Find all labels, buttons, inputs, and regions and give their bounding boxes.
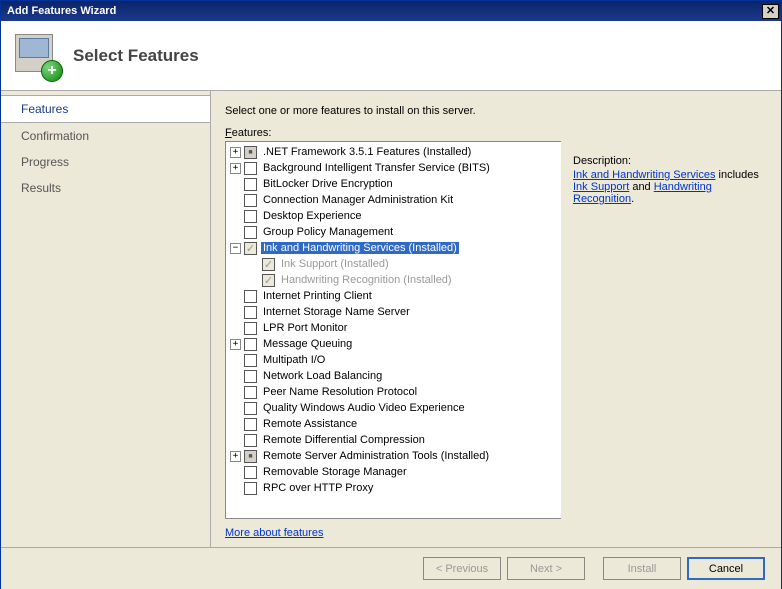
- tree-row[interactable]: Handwriting Recognition (Installed): [226, 272, 561, 288]
- tree-item-label[interactable]: Remote Differential Compression: [261, 434, 427, 446]
- tree-item-label[interactable]: Ink and Handwriting Services (Installed): [261, 242, 459, 254]
- tree-item-label[interactable]: Internet Printing Client: [261, 290, 374, 302]
- checkbox[interactable]: [244, 306, 257, 319]
- checkbox[interactable]: [244, 226, 257, 239]
- tree-row[interactable]: + Background Intelligent Transfer Service…: [226, 160, 561, 176]
- features-tree[interactable]: + .NET Framework 3.5.1 Features (Installe…: [225, 141, 561, 519]
- instruction-text: Select one or more features to install o…: [225, 105, 769, 117]
- titlebar: Add Features Wizard ✕: [1, 1, 781, 21]
- checkbox[interactable]: [244, 290, 257, 303]
- tree-item-label[interactable]: Desktop Experience: [261, 210, 363, 222]
- tree-row[interactable]: Internet Printing Client: [226, 288, 561, 304]
- tree-item-label[interactable]: Message Queuing: [261, 338, 354, 350]
- previous-button[interactable]: < Previous: [423, 557, 501, 580]
- tree-item-label[interactable]: Ink Support (Installed): [279, 258, 391, 270]
- checkbox[interactable]: [244, 482, 257, 495]
- tree-row[interactable]: Removable Storage Manager: [226, 464, 561, 480]
- checkbox[interactable]: [244, 434, 257, 447]
- more-about-features-link[interactable]: More about features: [225, 527, 561, 539]
- tree-row[interactable]: + Remote Server Administration Tools (Ins…: [226, 448, 561, 464]
- checkbox[interactable]: [244, 338, 257, 351]
- sidebar-item-results[interactable]: Results: [1, 175, 210, 201]
- wizard-footer: < Previous Next > Install Cancel: [1, 547, 781, 589]
- checkbox[interactable]: [244, 146, 257, 159]
- desc-link-ink-support[interactable]: Ink Support: [573, 181, 629, 193]
- tree-item-label[interactable]: Group Policy Management: [261, 226, 395, 238]
- window-title: Add Features Wizard: [7, 5, 762, 17]
- sidebar-item-features[interactable]: Features: [1, 95, 210, 123]
- checkbox[interactable]: [244, 322, 257, 335]
- tree-row[interactable]: RPC over HTTP Proxy: [226, 480, 561, 496]
- checkbox[interactable]: [244, 370, 257, 383]
- wizard-steps-sidebar: FeaturesConfirmationProgressResults: [1, 91, 211, 547]
- expand-icon[interactable]: +: [230, 147, 241, 158]
- tree-item-label[interactable]: Remote Server Administration Tools (Inst…: [261, 450, 491, 462]
- wizard-header: + Select Features: [1, 21, 781, 91]
- desc-link-ink-handwriting[interactable]: Ink and Handwriting Services: [573, 169, 715, 181]
- tree-item-label[interactable]: Multipath I/O: [261, 354, 327, 366]
- tree-row[interactable]: Network Load Balancing: [226, 368, 561, 384]
- close-button[interactable]: ✕: [762, 4, 779, 19]
- tree-row[interactable]: + Message Queuing: [226, 336, 561, 352]
- tree-item-label[interactable]: .NET Framework 3.5.1 Features (Installed…: [261, 146, 473, 158]
- checkbox[interactable]: [244, 178, 257, 191]
- tree-item-label[interactable]: RPC over HTTP Proxy: [261, 482, 375, 494]
- checkbox[interactable]: [244, 242, 257, 255]
- checkbox: [262, 274, 275, 287]
- tree-row[interactable]: Remote Assistance: [226, 416, 561, 432]
- cancel-button[interactable]: Cancel: [687, 557, 765, 580]
- tree-item-label[interactable]: Internet Storage Name Server: [261, 306, 412, 318]
- expand-icon[interactable]: +: [230, 163, 241, 174]
- tree-row[interactable]: Peer Name Resolution Protocol: [226, 384, 561, 400]
- tree-item-label[interactable]: Connection Manager Administration Kit: [261, 194, 455, 206]
- checkbox[interactable]: [244, 402, 257, 415]
- checkbox[interactable]: [244, 466, 257, 479]
- tree-row[interactable]: Multipath I/O: [226, 352, 561, 368]
- tree-row[interactable]: LPR Port Monitor: [226, 320, 561, 336]
- checkbox[interactable]: [244, 354, 257, 367]
- expand-icon[interactable]: +: [230, 451, 241, 462]
- sidebar-item-progress[interactable]: Progress: [1, 149, 210, 175]
- tree-row[interactable]: Quality Windows Audio Video Experience: [226, 400, 561, 416]
- tree-row[interactable]: Group Policy Management: [226, 224, 561, 240]
- description-heading: Description:: [573, 155, 769, 167]
- features-label: Features:: [225, 127, 561, 139]
- plus-badge-icon: +: [41, 60, 63, 82]
- tree-row[interactable]: Internet Storage Name Server: [226, 304, 561, 320]
- sidebar-item-confirmation[interactable]: Confirmation: [1, 123, 210, 149]
- tree-row[interactable]: Ink Support (Installed): [226, 256, 561, 272]
- tree-item-label[interactable]: Remote Assistance: [261, 418, 359, 430]
- tree-item-label[interactable]: BitLocker Drive Encryption: [261, 178, 395, 190]
- collapse-icon[interactable]: −: [230, 243, 241, 254]
- checkbox[interactable]: [244, 418, 257, 431]
- description-body: Ink and Handwriting Services includes In…: [573, 169, 769, 205]
- expand-icon[interactable]: +: [230, 339, 241, 350]
- tree-item-label[interactable]: Peer Name Resolution Protocol: [261, 386, 419, 398]
- tree-row[interactable]: Connection Manager Administration Kit: [226, 192, 561, 208]
- checkbox[interactable]: [244, 194, 257, 207]
- checkbox[interactable]: [244, 450, 257, 463]
- checkbox[interactable]: [244, 162, 257, 175]
- tree-row[interactable]: Desktop Experience: [226, 208, 561, 224]
- tree-row[interactable]: BitLocker Drive Encryption: [226, 176, 561, 192]
- checkbox: [262, 258, 275, 271]
- checkbox[interactable]: [244, 386, 257, 399]
- description-panel: Description: Ink and Handwriting Service…: [573, 127, 769, 539]
- tree-item-label[interactable]: Removable Storage Manager: [261, 466, 409, 478]
- tree-item-label[interactable]: Network Load Balancing: [261, 370, 384, 382]
- page-title: Select Features: [73, 46, 199, 66]
- tree-row[interactable]: + .NET Framework 3.5.1 Features (Installe…: [226, 144, 561, 160]
- main-panel: Select one or more features to install o…: [211, 91, 781, 547]
- tree-row[interactable]: Remote Differential Compression: [226, 432, 561, 448]
- next-button[interactable]: Next >: [507, 557, 585, 580]
- tree-item-label[interactable]: Handwriting Recognition (Installed): [279, 274, 454, 286]
- checkbox[interactable]: [244, 210, 257, 223]
- tree-item-label[interactable]: Quality Windows Audio Video Experience: [261, 402, 467, 414]
- tree-row[interactable]: − Ink and Handwriting Services (Installed…: [226, 240, 561, 256]
- install-button[interactable]: Install: [603, 557, 681, 580]
- tree-item-label[interactable]: Background Intelligent Transfer Service …: [261, 162, 492, 174]
- server-icon: +: [15, 34, 59, 78]
- tree-item-label[interactable]: LPR Port Monitor: [261, 322, 349, 334]
